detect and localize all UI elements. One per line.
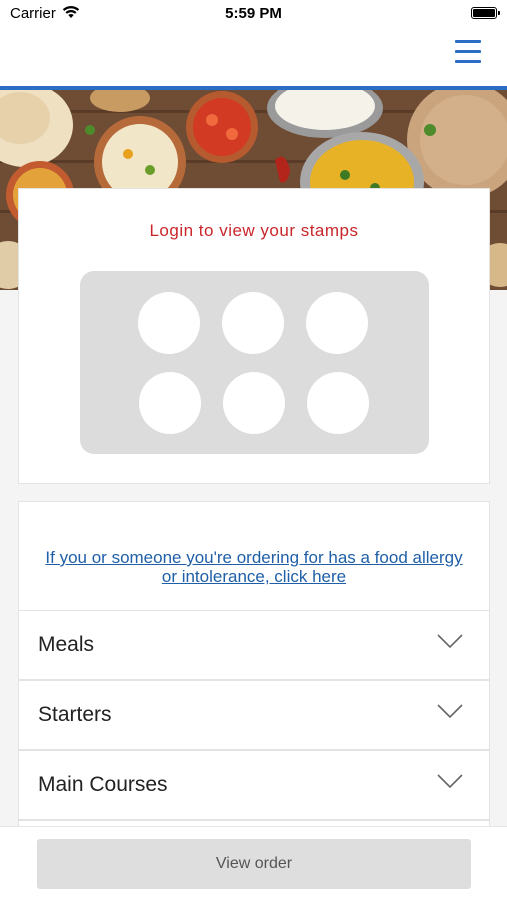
category-main-courses[interactable]: Main Courses xyxy=(18,750,490,820)
stamp-grid xyxy=(80,271,429,454)
chevron-down-icon xyxy=(437,774,463,789)
stamp-slot xyxy=(139,372,201,434)
hamburger-menu-icon[interactable] xyxy=(455,40,481,64)
allergy-info-link[interactable]: If you or someone you're ordering for ha… xyxy=(41,548,467,586)
stamp-slot xyxy=(306,292,368,354)
status-bar: Carrier 5:59 PM xyxy=(0,0,507,30)
category-label: Starters xyxy=(38,703,112,726)
category-label: Main Courses xyxy=(38,773,168,796)
stamp-slot xyxy=(138,292,200,354)
stamp-slot xyxy=(222,292,284,354)
status-time: 5:59 PM xyxy=(225,5,282,22)
category-label: Meals xyxy=(38,633,95,656)
bottom-order-bar: View order xyxy=(0,826,507,901)
app-header xyxy=(0,30,507,90)
view-order-button[interactable]: View order xyxy=(37,839,471,889)
stamp-login-prompt[interactable]: Login to view your stamps xyxy=(19,221,489,241)
category-meals[interactable]: Meals xyxy=(18,610,490,680)
stamp-slot xyxy=(307,372,369,434)
loyalty-stamp-card: Login to view your stamps xyxy=(18,188,490,484)
category-starters[interactable]: Starters xyxy=(18,680,490,750)
stamp-slot xyxy=(223,372,285,434)
allergy-info-card: If you or someone you're ordering for ha… xyxy=(18,501,490,611)
chevron-down-icon xyxy=(437,634,463,649)
battery-icon xyxy=(471,7,500,19)
chevron-down-icon xyxy=(437,704,463,719)
